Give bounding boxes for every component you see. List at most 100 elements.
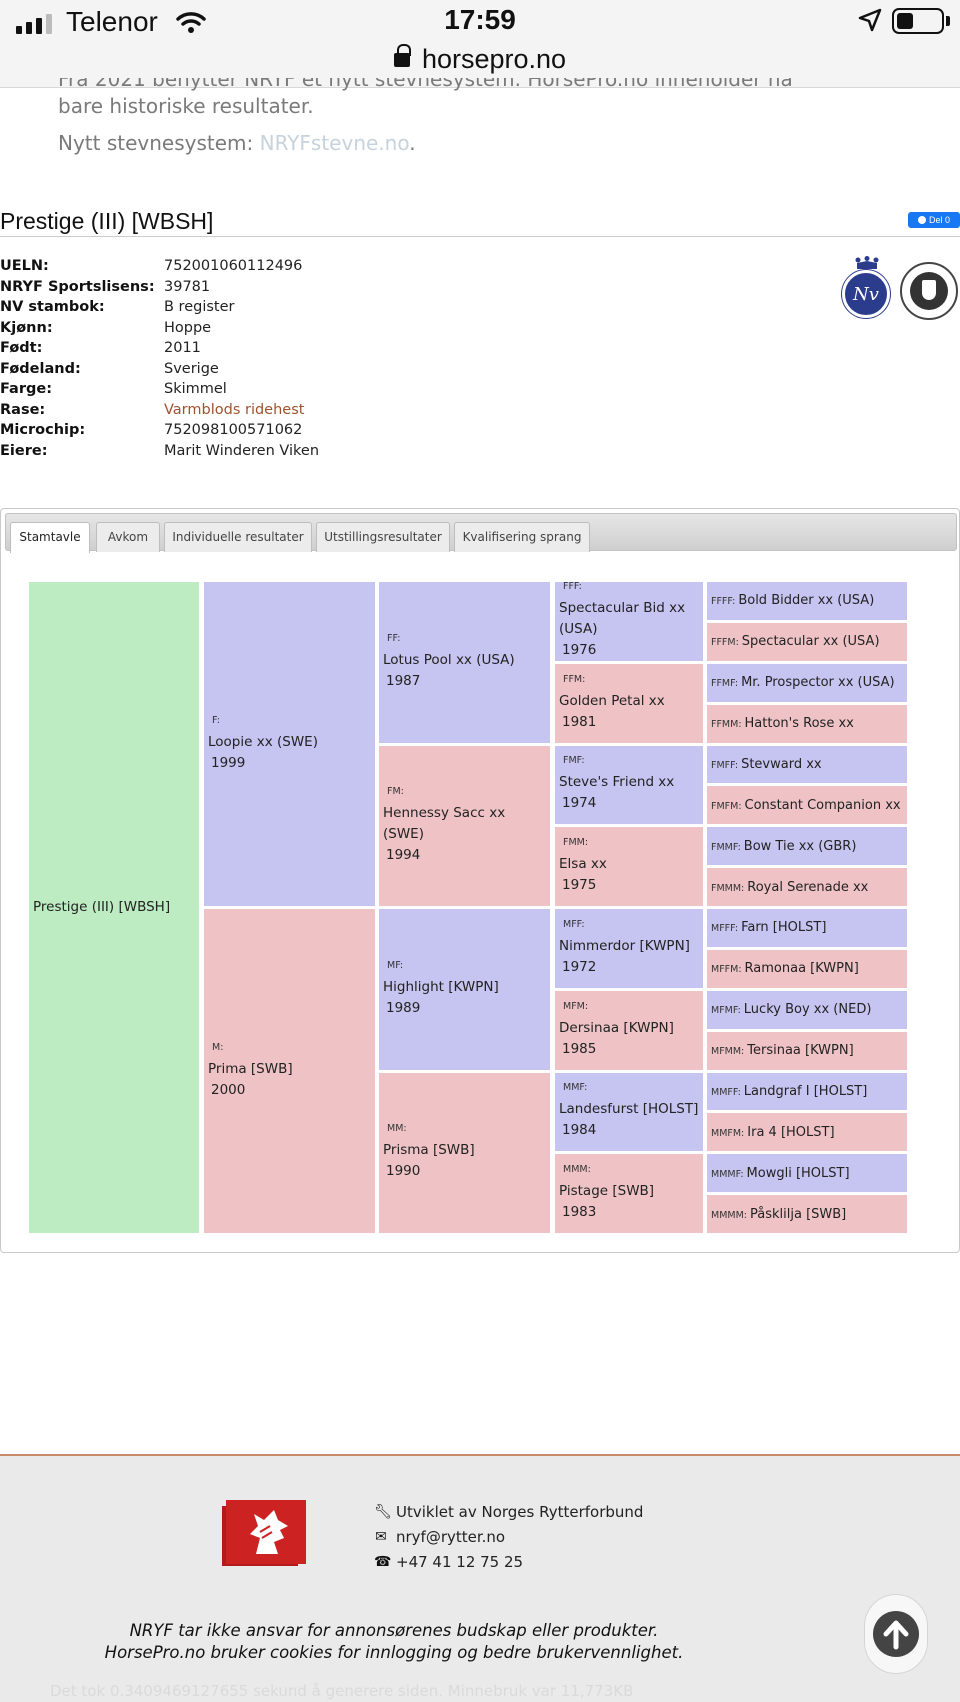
pedigree-cell[interactable]: MMF: Landesfurst [HOLST] 1984: [555, 1072, 703, 1152]
pedigree-horse-name[interactable]: Lotus Pool xx (USA): [383, 650, 546, 671]
pedigree-code: FFMM:: [711, 719, 742, 731]
info-value: 752001060112496: [164, 258, 303, 275]
pedigree-horse-name[interactable]: Ira 4 [HOLST]: [747, 1125, 834, 1140]
location-icon: [858, 8, 882, 32]
pedigree-cell[interactable]: FFMF: Mr. Prospector xx (USA): [707, 663, 907, 702]
share-label: Del 0: [928, 215, 950, 225]
pedigree-code: FMFM:: [711, 800, 742, 812]
pedigree-year: 1972: [562, 958, 597, 975]
pedigree-horse-name[interactable]: Påsklilja [SWB]: [750, 1207, 846, 1222]
pedigree-code: FFF:: [563, 582, 582, 593]
pedigree-cell[interactable]: Prestige (III) [WBSH]: [29, 582, 199, 1233]
info-value: Hoppe: [164, 319, 212, 336]
pedigree-cell[interactable]: MFFF: Farn [HOLST]: [707, 909, 907, 947]
pedigree-cell[interactable]: MF: Highlight [KWPN] 1989: [379, 909, 550, 1070]
pedigree-horse-name[interactable]: Landgraf I [HOLST]: [744, 1084, 868, 1099]
tab-stamtavle[interactable]: Stamtavle: [10, 522, 90, 553]
pedigree-cell[interactable]: MFMM: Tersinaa [KWPN]: [707, 1031, 907, 1070]
pedigree-horse-name[interactable]: Constant Companion xx: [745, 798, 901, 813]
pedigree-horse-name[interactable]: Spectacular Bid xx (USA): [559, 598, 699, 640]
pedigree-cell[interactable]: MFMF: Lucky Boy xx (NED): [707, 990, 907, 1029]
pedigree-year: 1989: [386, 999, 421, 1016]
facebook-share-button[interactable]: Del 0: [908, 212, 960, 228]
pedigree-cell[interactable]: FMFM: Constant Companion xx: [707, 786, 907, 825]
pedigree-horse-name[interactable]: Nimmerdor [KWPN]: [559, 936, 699, 957]
nryfstevne-link[interactable]: NRYFstevne.no: [260, 131, 410, 155]
info-key: Fødeland:: [0, 360, 81, 377]
pedigree-year: 1994: [386, 846, 421, 863]
pedigree-horse-name[interactable]: Steve's Friend xx: [559, 772, 699, 793]
pedigree-year: 2000: [211, 1081, 246, 1098]
pedigree-panel: Stamtavle Avkom Individuelle resultater …: [0, 508, 960, 1253]
pedigree-cell[interactable]: F: Loopie xx (SWE) 1999: [204, 582, 375, 906]
pedigree-horse-name[interactable]: Landesfurst [HOLST]: [559, 1099, 699, 1120]
pedigree-cell[interactable]: FFF: Spectacular Bid xx (USA) 1976: [555, 582, 703, 661]
pedigree-horse-name[interactable]: Loopie xx (SWE): [208, 732, 371, 753]
info-row: Eiere: Marit Winderen Viken: [0, 441, 319, 462]
pedigree-code: MMFF:: [711, 1086, 741, 1098]
pedigree-cell[interactable]: FFMM: Hatton's Rose xx: [707, 704, 907, 743]
horse-head-icon: [250, 1510, 288, 1554]
pedigree-cell[interactable]: FFM: Golden Petal xx 1981: [555, 663, 703, 743]
pedigree-cell[interactable]: FFFM: Spectacular xx (USA): [707, 622, 907, 661]
info-value: 2011: [164, 340, 201, 357]
pedigree-horse-name[interactable]: Farn [HOLST]: [741, 920, 826, 935]
pedigree-horse-name[interactable]: Hennessy Sacc xx (SWE): [383, 803, 546, 845]
notice-text: Fra 2021 benytter NRYF et nytt stevnesys…: [58, 78, 918, 120]
pedigree-year: 1983: [562, 1204, 597, 1221]
pedigree-horse-name[interactable]: Spectacular xx (USA): [742, 634, 880, 649]
pedigree-horse-name[interactable]: Lucky Boy xx (NED): [744, 1002, 872, 1017]
pedigree-horse-name[interactable]: Ramonaa [KWPN]: [745, 961, 859, 976]
pedigree-horse-name[interactable]: Prestige (III) [WBSH]: [33, 897, 195, 918]
pedigree-horse-name[interactable]: Elsa xx: [559, 854, 699, 875]
pedigree-horse-name[interactable]: Golden Petal xx: [559, 691, 699, 712]
address-bar[interactable]: horsepro.no: [0, 44, 960, 75]
pedigree-cell[interactable]: FF: Lotus Pool xx (USA) 1987: [379, 582, 550, 743]
pedigree-cell[interactable]: MFM: Dersinaa [KWPN] 1985: [555, 990, 703, 1070]
pedigree-horse-name[interactable]: Prima [SWB]: [208, 1059, 371, 1080]
pedigree-cell[interactable]: M: Prima [SWB] 2000: [204, 909, 375, 1233]
pedigree-horse-name[interactable]: Royal Serenade xx: [747, 880, 868, 895]
pedigree-horse-name[interactable]: Mr. Prospector xx (USA): [741, 675, 895, 690]
pedigree-horse-name[interactable]: Mowgli [HOLST]: [747, 1166, 850, 1181]
pedigree-horse-name[interactable]: Prisma [SWB]: [383, 1140, 546, 1161]
footer-phone[interactable]: +47 41 12 75 25: [396, 1550, 523, 1575]
pedigree-cell[interactable]: FMM: Elsa xx 1975: [555, 827, 703, 906]
pedigree-code: MFFF:: [711, 923, 739, 935]
pedigree-cell[interactable]: MMFF: Landgraf I [HOLST]: [707, 1072, 907, 1111]
pedigree-horse-name[interactable]: Dersinaa [KWPN]: [559, 1018, 699, 1039]
pedigree-horse-name[interactable]: Bow Tie xx (GBR): [744, 839, 857, 854]
pedigree-year: 1985: [562, 1040, 597, 1057]
pedigree-horse-name[interactable]: Bold Bidder xx (USA): [738, 593, 874, 608]
pedigree-cell[interactable]: FMF: Steve's Friend xx 1974: [555, 745, 703, 825]
clock: 17:59: [444, 4, 516, 35]
breed-link[interactable]: Varmblods ridehest: [164, 402, 304, 418]
crown-icon: [855, 256, 879, 269]
pedigree-cell[interactable]: MMFM: Ira 4 [HOLST]: [707, 1113, 907, 1152]
pedigree-horse-name[interactable]: Tersinaa [KWPN]: [747, 1043, 853, 1058]
tab-utstillingsresultater[interactable]: Utstillingsresultater: [316, 522, 450, 552]
pedigree-horse-name[interactable]: Hatton's Rose xx: [745, 716, 854, 731]
tab-kvalifisering-sprang[interactable]: Kvalifisering sprang: [454, 522, 590, 552]
pedigree-horse-name[interactable]: Stevward xx: [741, 757, 822, 772]
pedigree-cell[interactable]: FMMM: Royal Serenade xx: [707, 868, 907, 906]
tab-individuelle-resultater[interactable]: Individuelle resultater: [164, 522, 312, 552]
pedigree-cell[interactable]: FM: Hennessy Sacc xx (SWE) 1994: [379, 745, 550, 906]
pedigree-cell[interactable]: MFFM: Ramonaa [KWPN]: [707, 949, 907, 988]
pedigree-cell[interactable]: MMM: Pistage [SWB] 1983: [555, 1154, 703, 1233]
tab-avkom[interactable]: Avkom: [96, 522, 160, 552]
pedigree-cell[interactable]: FMFF: Stevward xx: [707, 745, 907, 784]
pedigree-horse-name[interactable]: Pistage [SWB]: [559, 1181, 699, 1202]
wrench-icon: 🔧︎: [374, 1504, 392, 1520]
pedigree-cell[interactable]: FFFF: Bold Bidder xx (USA): [707, 582, 907, 620]
pedigree-cell[interactable]: MMMF: Mowgli [HOLST]: [707, 1154, 907, 1193]
pedigree-cell[interactable]: MFF: Nimmerdor [KWPN] 1972: [555, 909, 703, 988]
notice-system-end: .: [409, 131, 416, 155]
pedigree-cell[interactable]: MM: Prisma [SWB] 1990: [379, 1072, 550, 1233]
scroll-to-top-button[interactable]: [864, 1594, 928, 1674]
pedigree-cell[interactable]: MMMM: Påsklilja [SWB]: [707, 1195, 907, 1233]
pedigree-cell[interactable]: FMMF: Bow Tie xx (GBR): [707, 827, 907, 866]
footer-email[interactable]: nryf@rytter.no: [396, 1525, 505, 1550]
pedigree-year: 1999: [211, 754, 246, 771]
pedigree-horse-name[interactable]: Highlight [KWPN]: [383, 977, 546, 998]
